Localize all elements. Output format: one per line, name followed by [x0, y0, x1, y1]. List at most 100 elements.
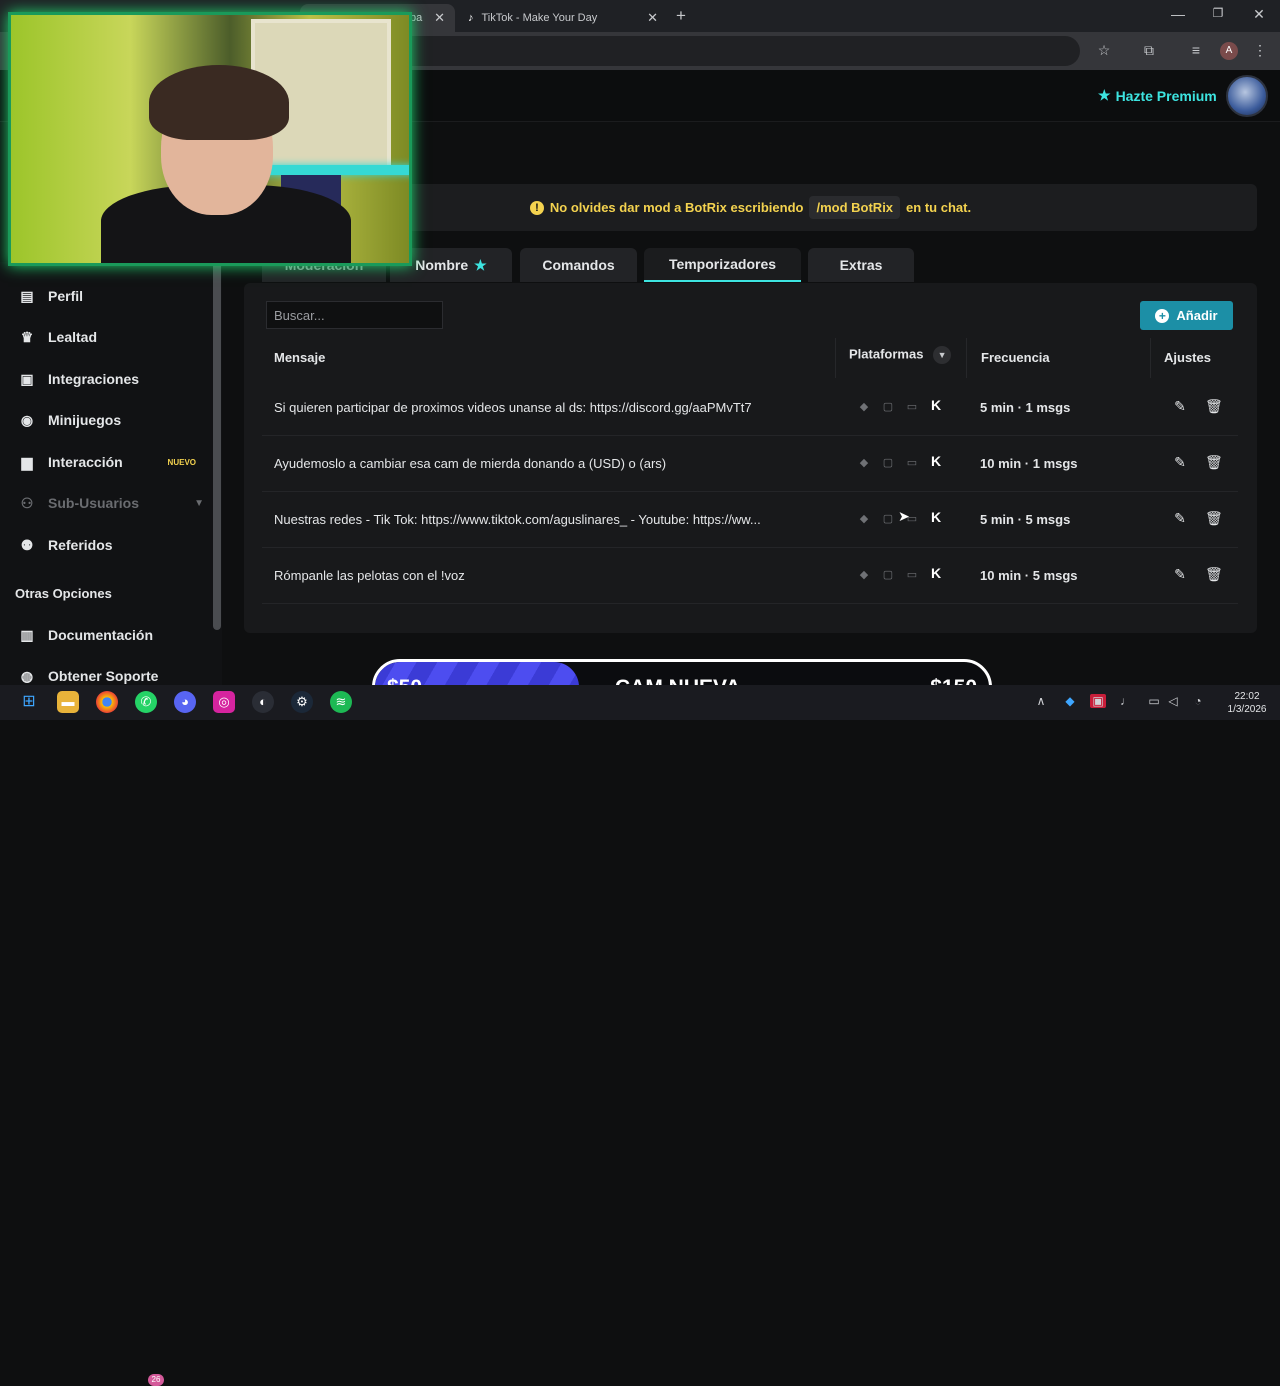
sidebar-item-referidos[interactable]: ⚉ Referidos	[18, 533, 208, 557]
timer-message: Rómpanle las pelotas con el !voz	[274, 568, 465, 583]
extensions-icon[interactable]: ⧉	[1139, 42, 1159, 59]
edit-icon[interactable]: ✎	[1172, 454, 1188, 472]
discord-icon[interactable]: ◕	[174, 691, 196, 713]
close-tab-icon[interactable]: ✕	[647, 10, 658, 26]
obs-icon[interactable]: ◐	[252, 691, 274, 713]
new-tab-button[interactable]: +	[676, 6, 686, 26]
sidebar-scrollbar[interactable]	[213, 262, 221, 630]
chevron-down-icon: ▼	[194, 497, 204, 509]
column-divider	[966, 338, 967, 378]
sidebar-item-documentacion[interactable]: ▥ Documentación	[18, 623, 208, 647]
user-avatar[interactable]	[1226, 75, 1268, 117]
trash-icon[interactable]: 🗑	[1205, 398, 1223, 416]
spotify-icon[interactable]: ≋	[330, 691, 352, 713]
add-button-label: Añadir	[1176, 308, 1218, 323]
column-divider	[1150, 338, 1151, 378]
minimize-button[interactable]: —	[1168, 6, 1188, 22]
mouse-cursor-icon: ➤	[898, 508, 910, 524]
table-row: Nuestras redes - Tik Tok: https://www.ti…	[262, 492, 1238, 548]
sidebar-item-label: Integraciones	[48, 371, 140, 387]
botrix-platform-icon: ◆	[859, 513, 869, 525]
webcam-overlay	[8, 12, 412, 266]
edit-icon[interactable]: ✎	[1172, 398, 1188, 416]
sidebar-item-lealtad[interactable]: ♛ Lealtad	[18, 325, 208, 349]
chevron-up-icon[interactable]: ∧	[1033, 694, 1049, 708]
close-tab-icon[interactable]: ✕	[434, 10, 445, 26]
notice-command: /mod BotRix	[809, 196, 901, 219]
browser-tab-tiktok[interactable]: ♪ TikTok - Make Your Day ✕	[458, 4, 668, 32]
address-bar[interactable]	[300, 36, 1080, 66]
sidebar-item-label: Minijuegos	[48, 412, 122, 428]
column-header-ajustes: Ajustes	[1164, 350, 1211, 365]
timer-message: Nuestras redes - Tik Tok: https://www.ti…	[274, 512, 761, 527]
support-icon: ◍	[20, 667, 34, 684]
tab-extras[interactable]: Extras	[808, 248, 914, 282]
sidebar-item-interaccion[interactable]: ▆ Interacción NUEVO	[18, 450, 208, 474]
kick-icon: K	[930, 565, 942, 581]
gamepad-icon: ◉	[20, 411, 34, 428]
system-clock[interactable]: 22:02 1/3/2026	[1218, 690, 1276, 716]
browser-tab-title: TikTok - Make Your Day	[481, 12, 598, 24]
premium-link[interactable]: ★ Hazte Premium	[1098, 87, 1217, 104]
interaction-icon: ▆	[21, 453, 33, 470]
sidebar-item-integraciones[interactable]: ▣ Integraciones	[18, 367, 208, 391]
steam-icon[interactable]: ⚙	[291, 691, 313, 713]
star-icon: ★	[1098, 87, 1111, 103]
trash-icon[interactable]: 🗑	[1205, 510, 1223, 528]
warning-icon: !	[529, 200, 544, 215]
browser-menu-icon[interactable]: ⋮	[1250, 42, 1270, 59]
media-control-icon[interactable]: ≡	[1186, 42, 1206, 58]
star-icon: ★	[474, 256, 487, 273]
windows-start-icon[interactable]: ⊞	[18, 691, 40, 713]
edit-icon[interactable]: ✎	[1172, 566, 1188, 584]
whatsapp-icon[interactable]: ✆	[135, 691, 157, 713]
notice-text-before: No olvides dar mod a BotRix escribiendo	[549, 200, 804, 215]
maximize-button[interactable]: ❐	[1208, 6, 1228, 20]
edit-icon[interactable]: ✎	[1172, 510, 1188, 528]
kick-icon: K	[930, 509, 942, 525]
youtube-icon: ▭	[906, 457, 918, 469]
instagram-icon[interactable]: ◎	[213, 691, 235, 713]
plus-icon: +	[1155, 308, 1170, 323]
close-window-button[interactable]: ✕	[1249, 6, 1269, 23]
security-tray-icon[interactable]: ◆	[1062, 694, 1078, 708]
timer-frequency: 10 min · 1 msgs	[980, 456, 1078, 471]
sidebar-item-minijuegos[interactable]: ◉ Minijuegos	[18, 408, 208, 432]
sidebar-item-sub-usuarios[interactable]: ⚇ Sub-Usuarios ▼	[18, 491, 208, 515]
microphone-icon[interactable]: ♩	[1118, 694, 1134, 708]
search-input[interactable]	[266, 301, 443, 329]
network-icon[interactable]: ▭	[1146, 694, 1162, 708]
tiktok-icon: ♪	[468, 12, 474, 24]
add-timer-button[interactable]: + Añadir	[1140, 301, 1233, 330]
referrals-icon: ⚉	[20, 536, 34, 553]
timer-message: Si quieren participar de proximos videos…	[274, 400, 752, 415]
file-explorer-icon[interactable]: ▬	[57, 691, 79, 713]
windows-taskbar: ⊞ ▬ ✆ 26 ◕ ◎ ◐ ⚙ ≋ ∧ ◆ ▣ ♩ ▭ ◁ ◔ 22:02 1…	[0, 685, 1280, 1386]
sidebar-item-label: Documentación	[48, 627, 154, 643]
sidebar-item-perfil[interactable]: ▤ Perfil	[18, 284, 208, 308]
table-row: Rómpanle las pelotas con el !voz ◆ ▢ ▭ K…	[262, 548, 1238, 604]
tab-temporizadores[interactable]: Temporizadores	[644, 248, 801, 282]
tab-label: Nombre	[415, 257, 469, 273]
table-row: Ayudemoslo a cambiar esa cam de mierda d…	[262, 436, 1238, 492]
trash-icon[interactable]: 🗑	[1205, 566, 1223, 584]
column-header-mensaje: Mensaje	[274, 350, 326, 365]
tab-comandos[interactable]: Comandos	[520, 248, 637, 282]
users-icon: ⚇	[20, 494, 34, 511]
bookmark-star-icon[interactable]: ☆	[1094, 42, 1114, 59]
volume-icon[interactable]: ◁	[1165, 694, 1181, 708]
chat-icon[interactable]: ◔	[1190, 694, 1206, 708]
integrations-icon: ▣	[20, 370, 34, 387]
trash-icon[interactable]: 🗑	[1205, 454, 1223, 472]
notification-badge: 26	[148, 1374, 164, 1386]
sidebar-item-label: Perfil	[48, 288, 84, 304]
browser-profile-avatar[interactable]: A	[1220, 42, 1238, 60]
botrix-platform-icon: ◆	[859, 401, 869, 413]
book-icon: ▥	[20, 626, 34, 643]
app-tray-icon[interactable]: ▣	[1090, 694, 1106, 708]
sidebar-item-label: Referidos	[48, 537, 113, 553]
chrome-icon[interactable]	[96, 691, 118, 713]
filter-icon[interactable]: ▼	[933, 346, 952, 364]
tab-label: Comandos	[542, 257, 615, 273]
notice-text-after: en tu chat.	[906, 200, 972, 215]
